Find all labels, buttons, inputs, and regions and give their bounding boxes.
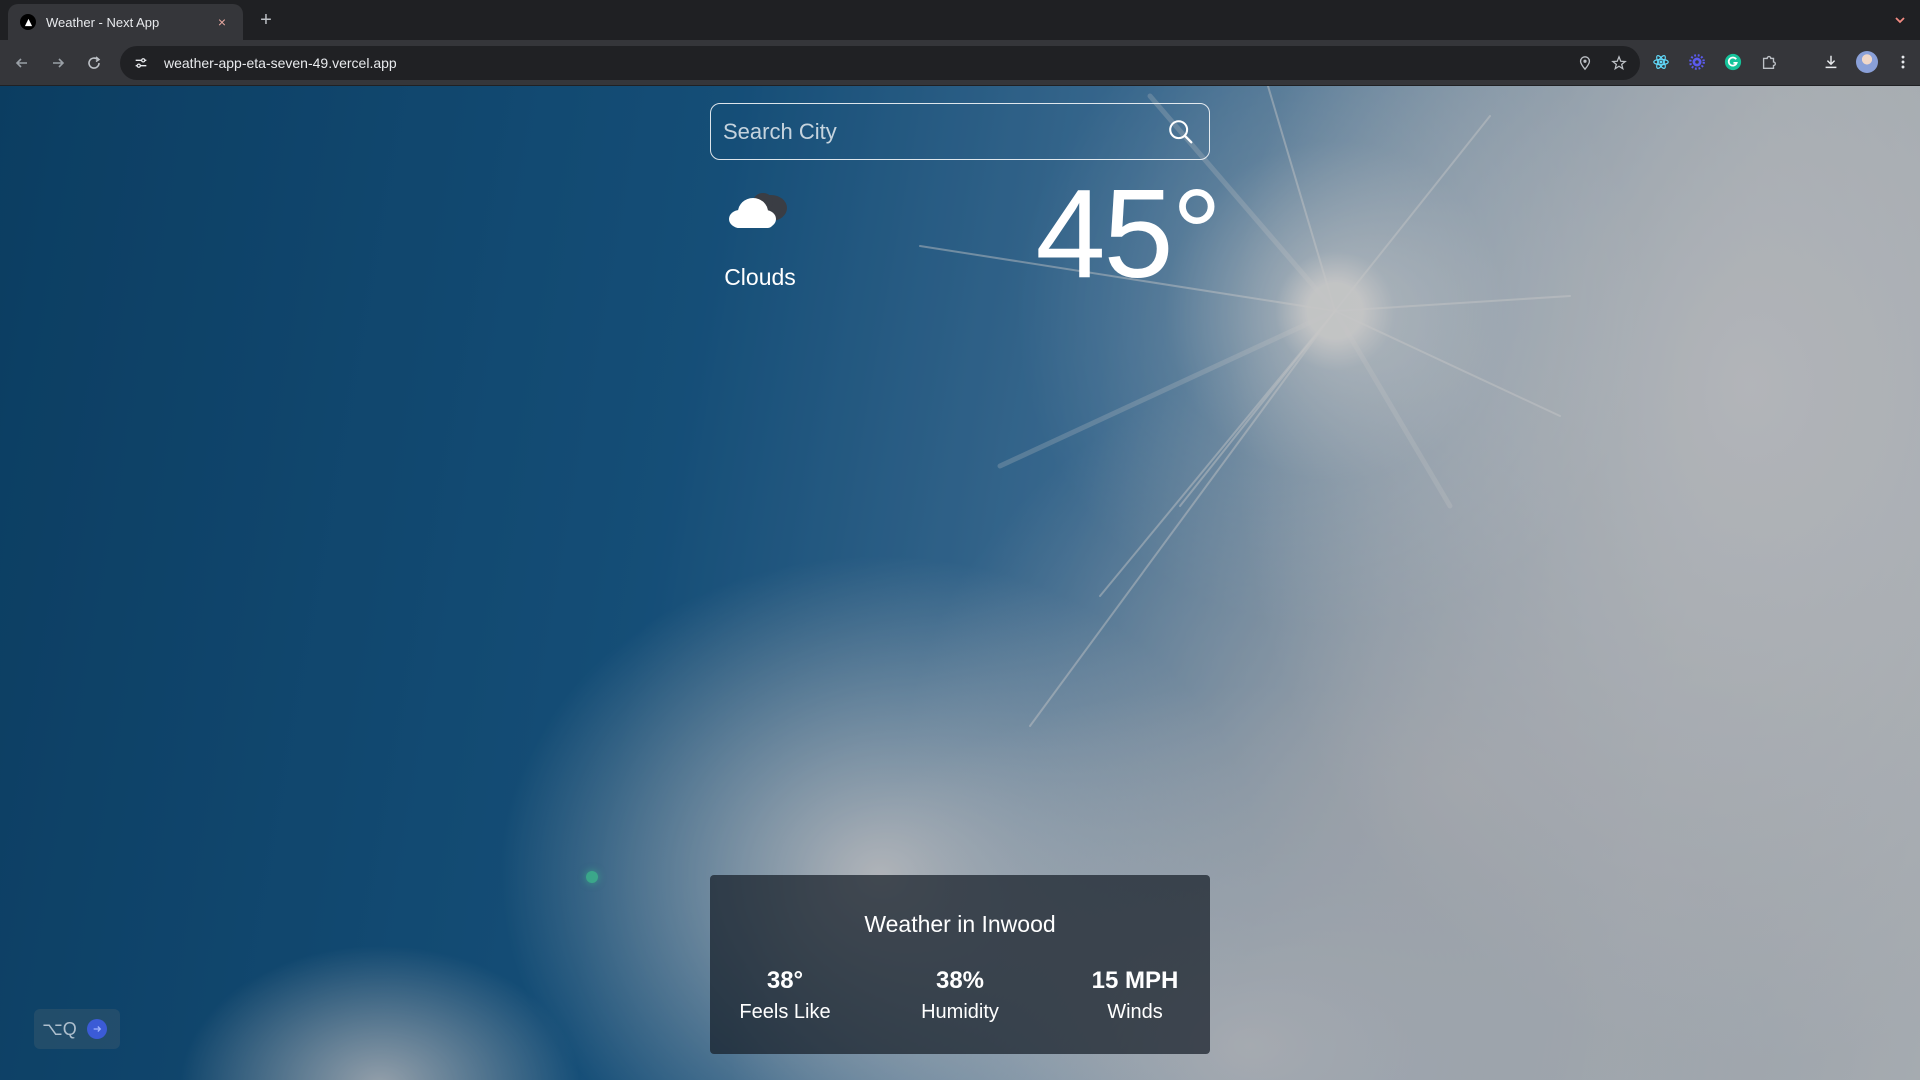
tab-close-icon[interactable]: × — [213, 13, 231, 31]
card-title: Weather in Inwood — [864, 911, 1056, 937]
current-temperature: 45° — [1035, 163, 1222, 304]
humidity-stat: 38% Humidity — [885, 967, 1035, 1024]
react-devtools-icon[interactable] — [1650, 51, 1672, 73]
feels-like-label: Feels Like — [739, 1001, 831, 1023]
widget-arrow-icon[interactable] — [86, 1019, 107, 1039]
url-text[interactable]: weather-app-eta-seven-49.vercel.app — [164, 55, 397, 71]
browser-toolbar: weather-app-eta-seven-49.vercel.app — [0, 40, 1920, 86]
extensions-puzzle-icon[interactable] — [1758, 51, 1780, 73]
cloud-icon — [723, 186, 795, 236]
humidity-value: 38% — [935, 967, 985, 994]
humidity-label: Humidity — [921, 1001, 999, 1023]
weather-condition: Clouds — [724, 264, 796, 290]
feels-like-stat: 38° Feels Like — [710, 967, 860, 1024]
search-city-input[interactable] — [723, 118, 1165, 145]
location-pin-icon[interactable] — [1576, 54, 1594, 72]
widget-shortcut-text: ⌥Q — [42, 1018, 77, 1039]
vercel-favicon-icon — [20, 14, 36, 30]
address-bar[interactable]: weather-app-eta-seven-49.vercel.app — [120, 46, 1640, 80]
forward-arrow-icon[interactable] — [46, 51, 70, 75]
floating-shortcut-widget[interactable]: ⌥Q — [34, 1009, 120, 1049]
browser-menu-icon[interactable] — [1892, 51, 1914, 73]
search-form — [710, 103, 1210, 160]
winds-value: 15 MPH — [1091, 967, 1179, 994]
new-tab-button[interactable]: + — [256, 10, 276, 30]
back-arrow-icon[interactable] — [10, 51, 34, 75]
download-icon[interactable] — [1820, 51, 1842, 73]
settings-gear-extension-icon[interactable] — [1686, 51, 1708, 73]
tab-search-chevron-icon[interactable] — [1892, 12, 1908, 28]
browser-tab[interactable]: Weather - Next App × — [8, 4, 243, 40]
tab-strip: Weather - Next App × + — [0, 0, 1920, 40]
weather-details-card: Weather in Inwood 38° Feels Like 38% Hum… — [710, 875, 1210, 1054]
status-indicator-dot — [586, 871, 598, 883]
reload-icon[interactable] — [82, 51, 106, 75]
grammarly-icon[interactable] — [1722, 51, 1744, 73]
extensions-area — [1650, 51, 1914, 73]
search-icon[interactable] — [1165, 116, 1197, 148]
tab-title: Weather - Next App — [46, 14, 160, 30]
feels-like-value: 38° — [766, 967, 804, 994]
site-settings-icon[interactable] — [132, 54, 150, 72]
winds-label: Winds — [1107, 1001, 1163, 1023]
profile-avatar[interactable] — [1856, 51, 1878, 73]
page-viewport: Clouds 45° Weather in Inwood 38° Feels L… — [0, 86, 1920, 1080]
winds-stat: 15 MPH Winds — [1060, 967, 1210, 1024]
bookmark-star-icon[interactable] — [1610, 54, 1628, 72]
